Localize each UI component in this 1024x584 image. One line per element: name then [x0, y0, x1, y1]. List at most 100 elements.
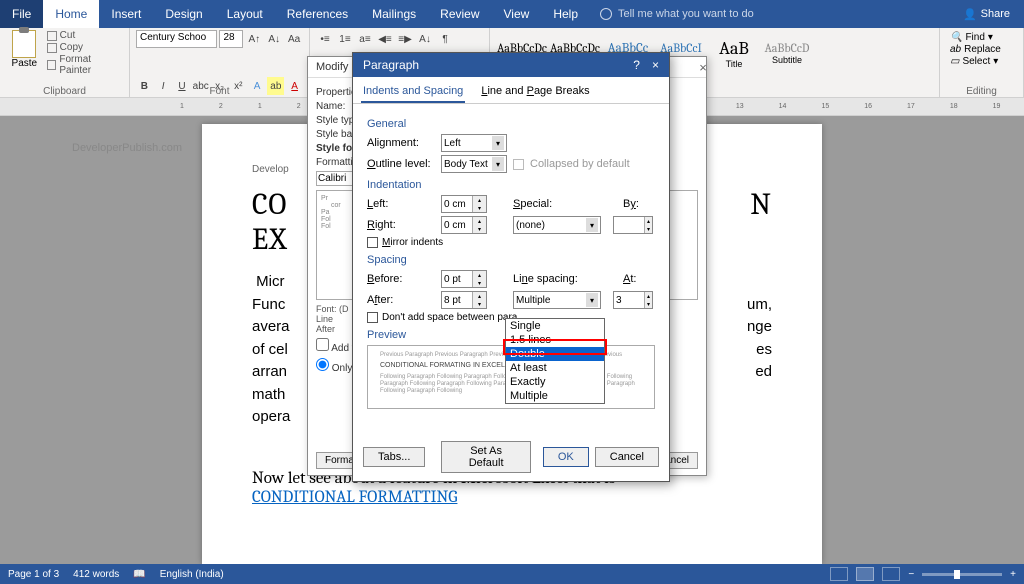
sort-button[interactable]: A↓	[416, 30, 434, 48]
read-mode-button[interactable]	[830, 567, 848, 581]
linespacing-dropdown[interactable]: Single 1.5 lines Double At least Exactly…	[505, 318, 605, 404]
title-bar: File Home Insert Design Layout Reference…	[0, 0, 1024, 28]
option-single[interactable]: Single	[506, 319, 604, 333]
select-button[interactable]: ▭Select ▾	[950, 56, 1013, 67]
editing-group-label: Editing	[940, 86, 1023, 97]
right-indent-spinner[interactable]: ▴▾	[441, 216, 487, 234]
mirror-checkbox[interactable]	[367, 237, 378, 248]
name-label: Name:	[316, 101, 345, 112]
tab-view[interactable]: View	[492, 0, 542, 28]
indentation-section: Indentation	[367, 179, 655, 191]
set-default-button[interactable]: Set As Default	[441, 441, 530, 473]
tab-line-page-breaks[interactable]: Line and Page Breaks	[479, 81, 591, 103]
general-section: General	[367, 118, 655, 130]
scissors-icon	[47, 31, 57, 41]
font-name-select[interactable]: Century Schoo	[136, 30, 217, 48]
style-subtitle[interactable]: AaBbCcDSubtitle	[761, 30, 813, 76]
zoom-in-button[interactable]: +	[1010, 569, 1016, 580]
tab-layout[interactable]: Layout	[215, 0, 275, 28]
print-layout-button[interactable]	[856, 567, 874, 581]
addto-checkbox[interactable]	[316, 338, 329, 351]
alignment-label: Alignment:	[367, 137, 435, 149]
paste-label: Paste	[12, 58, 38, 69]
spacing-section: Spacing	[367, 254, 655, 266]
close-icon[interactable]: ×	[652, 58, 659, 72]
option-atleast[interactable]: At least	[506, 361, 604, 375]
alignment-select[interactable]: Left▾	[441, 134, 507, 152]
help-icon[interactable]: ?	[633, 58, 640, 72]
increase-font-button[interactable]: A↑	[245, 30, 263, 48]
at-spinner[interactable]: ▴▾	[613, 291, 653, 309]
multilevel-button[interactable]: a≡	[356, 30, 374, 48]
modify-close-icon[interactable]: ×	[693, 58, 713, 76]
chevron-down-icon: ▾	[586, 293, 598, 307]
find-button[interactable]: 🔍Find ▾	[950, 32, 1013, 43]
tab-insert[interactable]: Insert	[99, 0, 153, 28]
zoom-out-button[interactable]: −	[908, 569, 914, 580]
left-indent-spinner[interactable]: ▴▾	[441, 195, 487, 213]
replace-button[interactable]: abReplace	[950, 44, 1013, 55]
left-indent-label: Left:	[367, 198, 435, 210]
copy-button[interactable]: Copy	[47, 42, 123, 53]
onlyin-radio[interactable]	[316, 358, 329, 371]
after-spinner[interactable]: ▴▾	[441, 291, 487, 309]
group-clipboard: Paste Cut Copy Format Painter Clipboard	[0, 28, 130, 97]
cancel-button[interactable]: Cancel	[595, 447, 659, 467]
option-1-5[interactable]: 1.5 lines	[506, 333, 604, 347]
option-exactly[interactable]: Exactly	[506, 375, 604, 389]
ok-button[interactable]: OK	[543, 447, 589, 467]
font-size-select[interactable]: 28	[219, 30, 243, 48]
page-count[interactable]: Page 1 of 3	[8, 569, 59, 580]
replace-icon: ab	[950, 44, 961, 55]
special-select[interactable]: (none)▾	[513, 216, 601, 234]
tab-mailings[interactable]: Mailings	[360, 0, 428, 28]
tabs-button[interactable]: Tabs...	[363, 447, 425, 467]
tab-references[interactable]: References	[275, 0, 360, 28]
chevron-down-icon: ▾	[586, 218, 598, 232]
linespacing-select[interactable]: Multiple▾	[513, 291, 601, 309]
numbering-button[interactable]: 1≡	[336, 30, 354, 48]
special-label: Special:	[513, 198, 561, 210]
decrease-indent-button[interactable]: ◀≡	[376, 30, 394, 48]
option-multiple[interactable]: Multiple	[506, 389, 604, 403]
doc-link[interactable]: CONDITIONAL FORMATTING	[252, 488, 772, 507]
paragraph-dialog-header[interactable]: Paragraph ? ×	[353, 53, 669, 77]
chevron-down-icon: ▾	[492, 136, 504, 150]
status-bar: Page 1 of 3 412 words 📖 English (India) …	[0, 564, 1024, 584]
tab-help[interactable]: Help	[541, 0, 590, 28]
linespacing-label: Line spacing:	[513, 273, 583, 285]
paste-button[interactable]: Paste	[6, 30, 43, 76]
tab-design[interactable]: Design	[153, 0, 214, 28]
before-spinner[interactable]: ▴▾	[441, 270, 487, 288]
bullets-button[interactable]: •≡	[316, 30, 334, 48]
cursor-icon: ▭	[950, 56, 959, 67]
tell-me-search[interactable]: Tell me what you want to do	[590, 0, 949, 28]
cut-button[interactable]: Cut	[47, 30, 123, 41]
change-case-button[interactable]: Aa	[285, 30, 303, 48]
dontadd-label: Don't add space between para	[382, 312, 517, 323]
paragraph-dialog: Paragraph ? × Indents and Spacing Line a…	[352, 52, 670, 482]
share-button[interactable]: 👤 Share	[949, 0, 1024, 28]
dontadd-checkbox[interactable]	[367, 312, 378, 323]
web-layout-button[interactable]	[882, 567, 900, 581]
tab-home[interactable]: Home	[43, 0, 99, 28]
tab-indents-spacing[interactable]: Indents and Spacing	[361, 81, 465, 103]
word-count[interactable]: 412 words	[73, 569, 119, 580]
option-double[interactable]: Double	[506, 347, 604, 361]
tab-review[interactable]: Review	[428, 0, 491, 28]
zoom-slider[interactable]	[922, 573, 1002, 576]
by-spinner[interactable]: ▴▾	[613, 216, 653, 234]
copy-icon	[47, 43, 57, 53]
spellcheck-icon[interactable]: 📖	[133, 569, 145, 580]
collapsed-checkbox[interactable]	[513, 159, 524, 170]
tab-file[interactable]: File	[0, 0, 43, 28]
increase-indent-button[interactable]: ≡▶	[396, 30, 414, 48]
style-title[interactable]: AaBTitle	[708, 30, 760, 76]
decrease-font-button[interactable]: A↓	[265, 30, 283, 48]
outline-select[interactable]: Body Text▾	[441, 155, 507, 173]
share-icon: 👤	[963, 8, 977, 21]
show-marks-button[interactable]: ¶	[436, 30, 454, 48]
format-painter-button[interactable]: Format Painter	[47, 54, 123, 76]
language-button[interactable]: English (India)	[160, 569, 224, 580]
search-icon: 🔍	[950, 32, 962, 43]
